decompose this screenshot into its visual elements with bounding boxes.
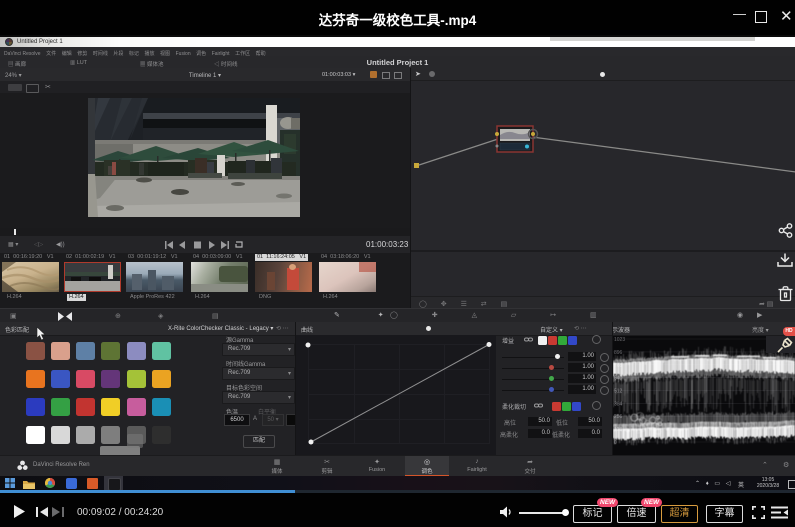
- svg-text:1023: 1023: [614, 337, 625, 343]
- svg-text:896: 896: [614, 350, 623, 356]
